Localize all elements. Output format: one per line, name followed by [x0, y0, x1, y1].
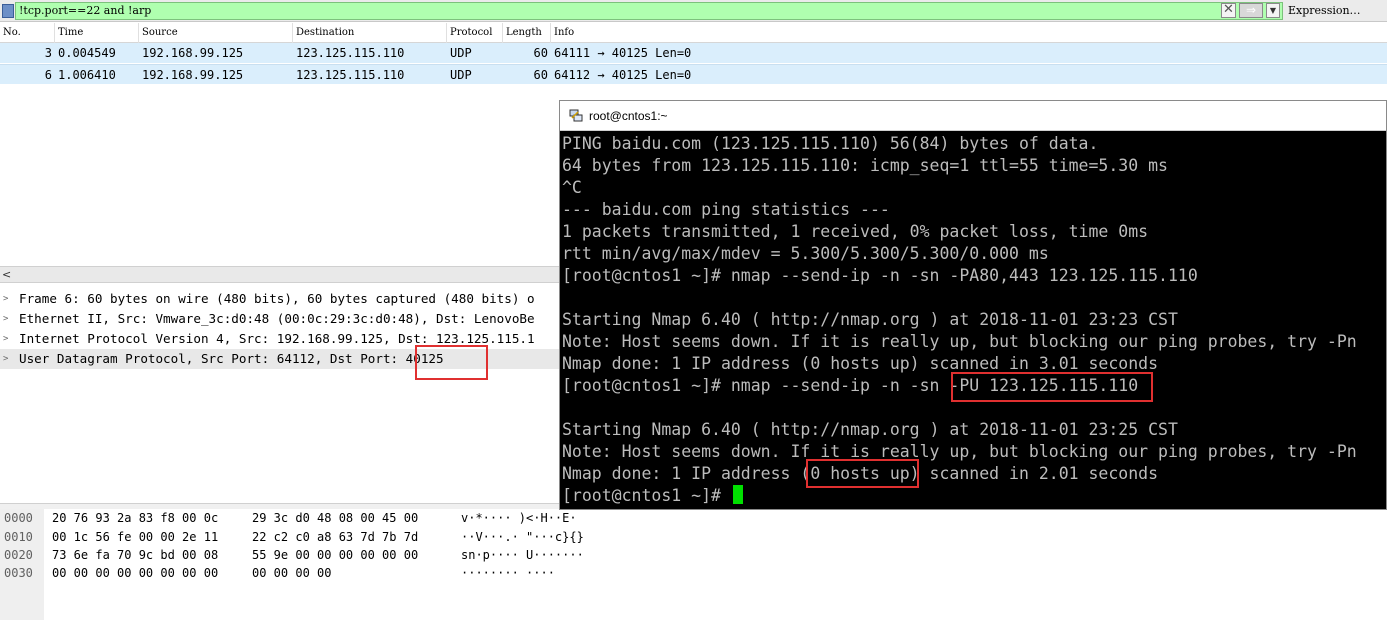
expand-arrow-icon[interactable]: > — [3, 309, 8, 329]
terminal-line: Note: Host seems down. If it is really u… — [562, 442, 1357, 461]
cell-destination: 123.125.115.110 — [296, 68, 405, 82]
cell-destination: 123.125.115.110 — [296, 46, 405, 60]
bytes-hex[interactable]: 29 3c d0 48 08 00 45 00 — [252, 509, 418, 527]
column-header-info[interactable]: Info — [551, 23, 1387, 43]
cell-time: 0.004549 — [58, 46, 116, 60]
clear-filter-icon[interactable]: ✕ — [1221, 3, 1236, 18]
terminal-prompt: [root@cntos1 ~]# — [562, 486, 731, 505]
detail-text: Ethernet II, Src: Vmware_3c:d0:48 (00:0c… — [19, 311, 535, 326]
terminal-cursor — [732, 485, 743, 504]
column-header-source[interactable]: Source — [139, 23, 293, 43]
bookmark-icon[interactable] — [2, 4, 14, 18]
bytes-offset: 0000 — [4, 511, 33, 525]
terminal-line: ^C — [562, 178, 582, 197]
table-row[interactable]: 6 1.006410 192.168.99.125 123.125.115.11… — [0, 64, 1387, 84]
terminal-line: Note: Host seems down. If it is really u… — [562, 332, 1357, 351]
bytes-hex[interactable]: 20 76 93 2a 83 f8 00 0c — [52, 509, 218, 527]
horizontal-scrollbar[interactable]: < — [0, 266, 560, 283]
putty-icon — [569, 109, 583, 122]
packet-list-header: No. Time Source Destination Protocol Len… — [0, 23, 1387, 43]
expand-arrow-icon[interactable]: > — [3, 329, 8, 349]
detail-text: User Datagram Protocol, Src Port: 64112,… — [19, 351, 444, 366]
terminal-line: Starting Nmap 6.40 ( http://nmap.org ) a… — [562, 310, 1178, 329]
table-row[interactable]: 3 0.004549 192.168.99.125 123.125.115.11… — [0, 43, 1387, 63]
cell-info: 64112 → 40125 Len=0 — [554, 68, 692, 82]
apply-filter-icon[interactable]: ⇒ — [1239, 3, 1263, 18]
terminal-output[interactable]: PING baidu.com (123.125.115.110) 56(84) … — [560, 131, 1386, 509]
packet-bytes: 0000 20 76 93 2a 83 f8 00 0c 29 3c d0 48… — [0, 509, 584, 620]
cell-protocol: UDP — [450, 46, 472, 60]
chevron-down-icon[interactable]: ▼ — [1266, 3, 1280, 18]
terminal-titlebar[interactable]: root@cntos1:~ — [560, 101, 1386, 131]
column-header-no[interactable]: No. — [0, 23, 55, 43]
column-header-time[interactable]: Time — [55, 23, 139, 43]
bytes-offset: 0010 — [4, 530, 33, 544]
bytes-offset: 0030 — [4, 566, 33, 580]
bytes-hex[interactable]: 00 1c 56 fe 00 00 2e 11 — [52, 528, 218, 546]
chevron-left-icon[interactable]: < — [2, 267, 11, 283]
terminal-line: [root@cntos1 ~]# nmap --send-ip -n -sn -… — [562, 266, 1198, 285]
terminal-line: rtt min/avg/max/mdev = 5.300/5.300/5.300… — [562, 244, 1049, 263]
cell-source: 192.168.99.125 — [142, 46, 244, 60]
cell-no: 3 — [44, 46, 52, 60]
column-header-protocol[interactable]: Protocol — [447, 23, 503, 43]
bytes-ascii[interactable]: sn·p···· U······· — [461, 546, 584, 564]
annotation-box — [806, 459, 919, 488]
bytes-hex[interactable]: 00 00 00 00 — [252, 564, 331, 582]
terminal-line: --- baidu.com ping statistics --- — [562, 200, 890, 219]
filter-toolbar: !tcp.port==22 and !arp ✕ ⇒ ▼ Expression… — [0, 0, 1387, 22]
cell-protocol: UDP — [450, 68, 472, 82]
detail-item-ethernet[interactable]: > Ethernet II, Src: Vmware_3c:d0:48 (00:… — [0, 309, 560, 329]
cell-info: 64111 → 40125 Len=0 — [554, 46, 692, 60]
cell-no: 6 — [44, 68, 52, 82]
cell-source: 192.168.99.125 — [142, 68, 244, 82]
column-header-length[interactable]: Length — [503, 23, 551, 43]
terminal-line: 1 packets transmitted, 1 received, 0% pa… — [562, 222, 1149, 241]
terminal-line: PING baidu.com (123.125.115.110) 56(84) … — [562, 134, 1099, 153]
window-title: root@cntos1:~ — [589, 109, 668, 123]
annotation-box — [951, 372, 1153, 402]
column-header-destination[interactable]: Destination — [293, 23, 447, 43]
bytes-ascii[interactable]: v·*···· )<·H··E· — [461, 509, 577, 527]
expand-arrow-icon[interactable]: > — [3, 349, 8, 369]
bytes-hex[interactable]: 00 00 00 00 00 00 00 00 — [52, 564, 218, 582]
bytes-offset: 0020 — [4, 548, 33, 562]
terminal-window[interactable]: root@cntos1:~ PING baidu.com (123.125.11… — [559, 100, 1387, 510]
terminal-line: Starting Nmap 6.40 ( http://nmap.org ) a… — [562, 420, 1178, 439]
bytes-ascii[interactable]: ········ ···· — [461, 564, 555, 582]
expand-arrow-icon[interactable]: > — [3, 289, 8, 309]
bytes-hex[interactable]: 55 9e 00 00 00 00 00 00 — [252, 546, 418, 564]
cell-length: 60 — [533, 46, 548, 60]
detail-item-frame[interactable]: > Frame 6: 60 bytes on wire (480 bits), … — [0, 289, 560, 309]
detail-text: Frame 6: 60 bytes on wire (480 bits), 60… — [19, 291, 535, 306]
terminal-line: 64 bytes from 123.125.115.110: icmp_seq=… — [562, 156, 1168, 175]
display-filter-input[interactable]: !tcp.port==22 and !arp — [15, 2, 1283, 20]
expression-button[interactable]: Expression… — [1288, 3, 1387, 19]
terminal-prompt-line: [root@cntos1 ~]# — [562, 485, 743, 507]
bytes-hex[interactable]: 73 6e fa 70 9c bd 00 08 — [52, 546, 218, 564]
packet-details: > Frame 6: 60 bytes on wire (480 bits), … — [0, 288, 560, 503]
bytes-hex[interactable]: 22 c2 c0 a8 63 7d 7b 7d — [252, 528, 418, 546]
bytes-ascii[interactable]: ··V···.· "···c}{} — [461, 528, 584, 546]
cell-time: 1.006410 — [58, 68, 116, 82]
cell-length: 60 — [533, 68, 548, 82]
annotation-box — [415, 345, 488, 380]
